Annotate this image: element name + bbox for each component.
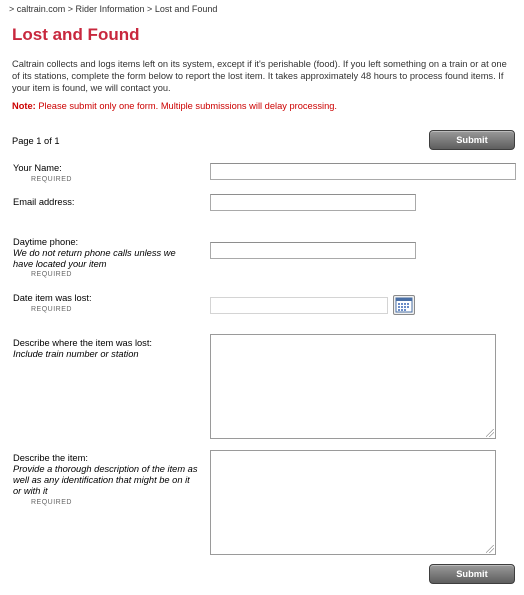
name-field[interactable] [210,163,516,180]
page-indicator: Page 1 of 1 [12,136,60,146]
email-field[interactable] [210,194,416,211]
note-body: Please submit only one form. Multiple su… [35,101,338,111]
location-label: Describe where the item was lost: [13,338,152,348]
breadcrumb: > caltrain.com > Rider Information > Los… [9,4,218,14]
phone-required: REQUIRED [31,271,72,278]
date-field[interactable] [210,297,388,314]
date-label: Date item was lost: [13,293,92,303]
phone-label: Daytime phone: [13,237,79,247]
submit-button-top[interactable]: Submit [429,130,515,150]
intro-text: Caltrain collects and logs items left on… [12,59,507,93]
name-label: Your Name: [13,163,62,173]
location-textarea[interactable] [210,334,496,439]
location-hint: Include train number or station [13,349,139,359]
phone-hint: We do not return phone calls unless we h… [13,248,176,269]
phone-field[interactable] [210,242,416,259]
item-label: Describe the item: [13,453,88,463]
resize-grip-icon[interactable] [486,545,494,553]
email-label: Email address: [13,197,75,207]
calendar-icon[interactable] [393,295,415,315]
submit-button-bottom[interactable]: Submit [429,564,515,584]
date-required: REQUIRED [31,306,72,313]
item-textarea[interactable] [210,450,496,555]
resize-grip-icon[interactable] [486,429,494,437]
name-required: REQUIRED [31,176,72,183]
item-hint: Provide a thorough description of the it… [13,464,198,496]
note-prefix: Note: [12,101,36,111]
page-title: Lost and Found [12,25,140,44]
note-text: Note: Please submit only one form. Multi… [12,101,337,111]
calendar-icon-graphic [395,297,413,313]
item-required: REQUIRED [31,499,72,506]
